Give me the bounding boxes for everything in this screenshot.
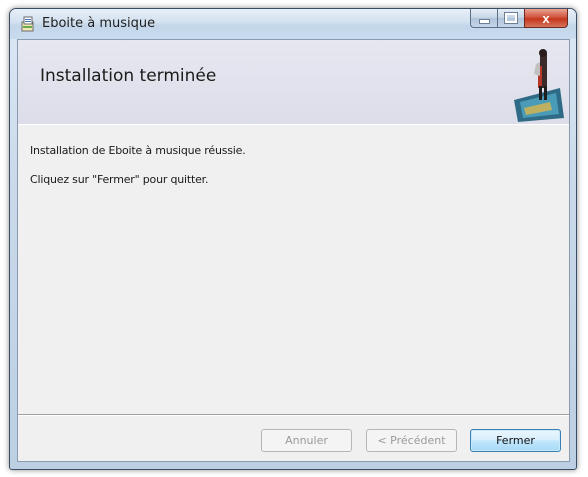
instruction-message: Cliquez sur "Fermer" pour quitter.: [30, 173, 209, 186]
title-bar[interactable]: Eboite à musique x: [10, 9, 576, 39]
dialog-client-area: Installation terminée Installation de Eb…: [17, 39, 570, 462]
maximize-icon: [504, 12, 518, 24]
page-title: Installation terminée: [40, 66, 217, 86]
footer-divider: [18, 414, 569, 416]
close-icon: x: [542, 10, 550, 26]
caption-buttons: x: [470, 9, 568, 29]
close-window-button[interactable]: x: [524, 9, 568, 28]
banner-image: [514, 49, 564, 122]
minimize-button[interactable]: [470, 9, 497, 28]
installer-window: Eboite à musique x Installation terminée: [9, 8, 577, 470]
close-button[interactable]: Fermer: [470, 429, 561, 452]
success-message: Installation de Eboite à musique réussie…: [30, 144, 246, 157]
previous-button[interactable]: < Précédent: [366, 429, 457, 452]
installer-icon: [21, 16, 34, 32]
maximize-button[interactable]: [497, 9, 524, 28]
minimize-icon: [478, 18, 490, 24]
header-banner: Installation terminée: [18, 40, 569, 125]
window-title: Eboite à musique: [42, 16, 156, 31]
cancel-button[interactable]: Annuler: [261, 429, 352, 452]
banner-divider: [18, 124, 569, 125]
